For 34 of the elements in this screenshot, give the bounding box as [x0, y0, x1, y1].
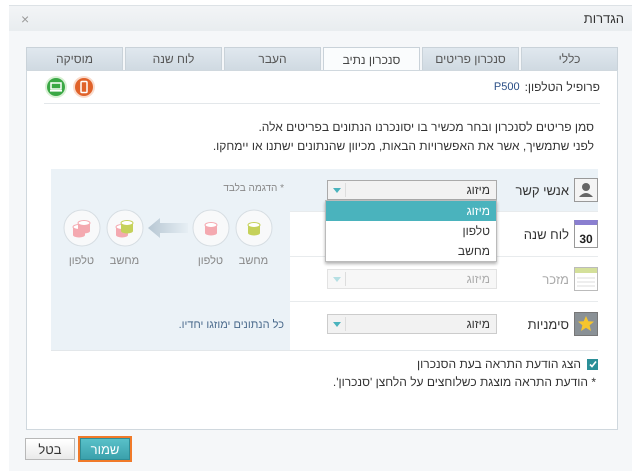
item-label: לוח שנה	[522, 226, 570, 242]
calendar-icon: 30	[574, 220, 598, 248]
checkbox[interactable]	[587, 358, 598, 370]
device-label: טלפון	[198, 255, 224, 267]
window-title: הגדרות	[584, 11, 624, 26]
tab[interactable]: העבר	[224, 47, 321, 70]
device-label: מחשב	[110, 255, 140, 267]
arrow-left-icon	[148, 216, 188, 240]
item-label: מזכר	[541, 272, 570, 286]
example-note: * הדגמה בלבד	[223, 183, 284, 194]
cancel-button[interactable]: בטל	[25, 438, 75, 460]
dropdown-option[interactable]: מחשב	[326, 241, 496, 261]
notepad-icon	[574, 267, 598, 291]
tab[interactable]: לוח שנה	[125, 47, 222, 70]
item-label: אנשי קשר	[514, 182, 570, 198]
example-caption: כל הנתונים ימוזגו יחדיו.	[178, 319, 284, 331]
tab[interactable]: מוסיקה	[26, 47, 123, 70]
merge-dropdown[interactable]: מיזוג	[327, 314, 497, 334]
instruction-text: סמן פריטים לסנכרון ובחר מכשיר בו יסונכרנו הנתונים בפריטים אלה.	[257, 119, 595, 136]
phone-icon	[72, 75, 96, 99]
tab[interactable]: סנכרון פריטים	[422, 47, 519, 70]
tab[interactable]: סנכרון נתיב	[323, 47, 420, 71]
tab[interactable]: כללי	[521, 47, 618, 70]
laptop-icon	[44, 75, 68, 99]
device-label: מחשב	[238, 255, 268, 267]
checkbox-label: הצג הודעת התראה בעת הסנכרון	[417, 357, 581, 371]
dropdown-option[interactable]: טלפון	[326, 221, 496, 241]
profile-value: P500	[494, 81, 520, 93]
device-label: טלפון	[68, 255, 94, 267]
item-label: סימניות	[526, 316, 570, 332]
instruction-text: לפני שתמשיך, אשר את האפשרויות הבאות, מכיוון שהנתונים ישתנו או יימחקו.	[212, 138, 595, 155]
merge-dropdown: מיזוג	[327, 269, 497, 289]
footnote-text: * הודעת התראה מוצגת כשלוחצים על הלחצן 'סנכרון'.	[332, 375, 597, 389]
profile-label: פרופיל הטלפון:	[524, 80, 600, 94]
